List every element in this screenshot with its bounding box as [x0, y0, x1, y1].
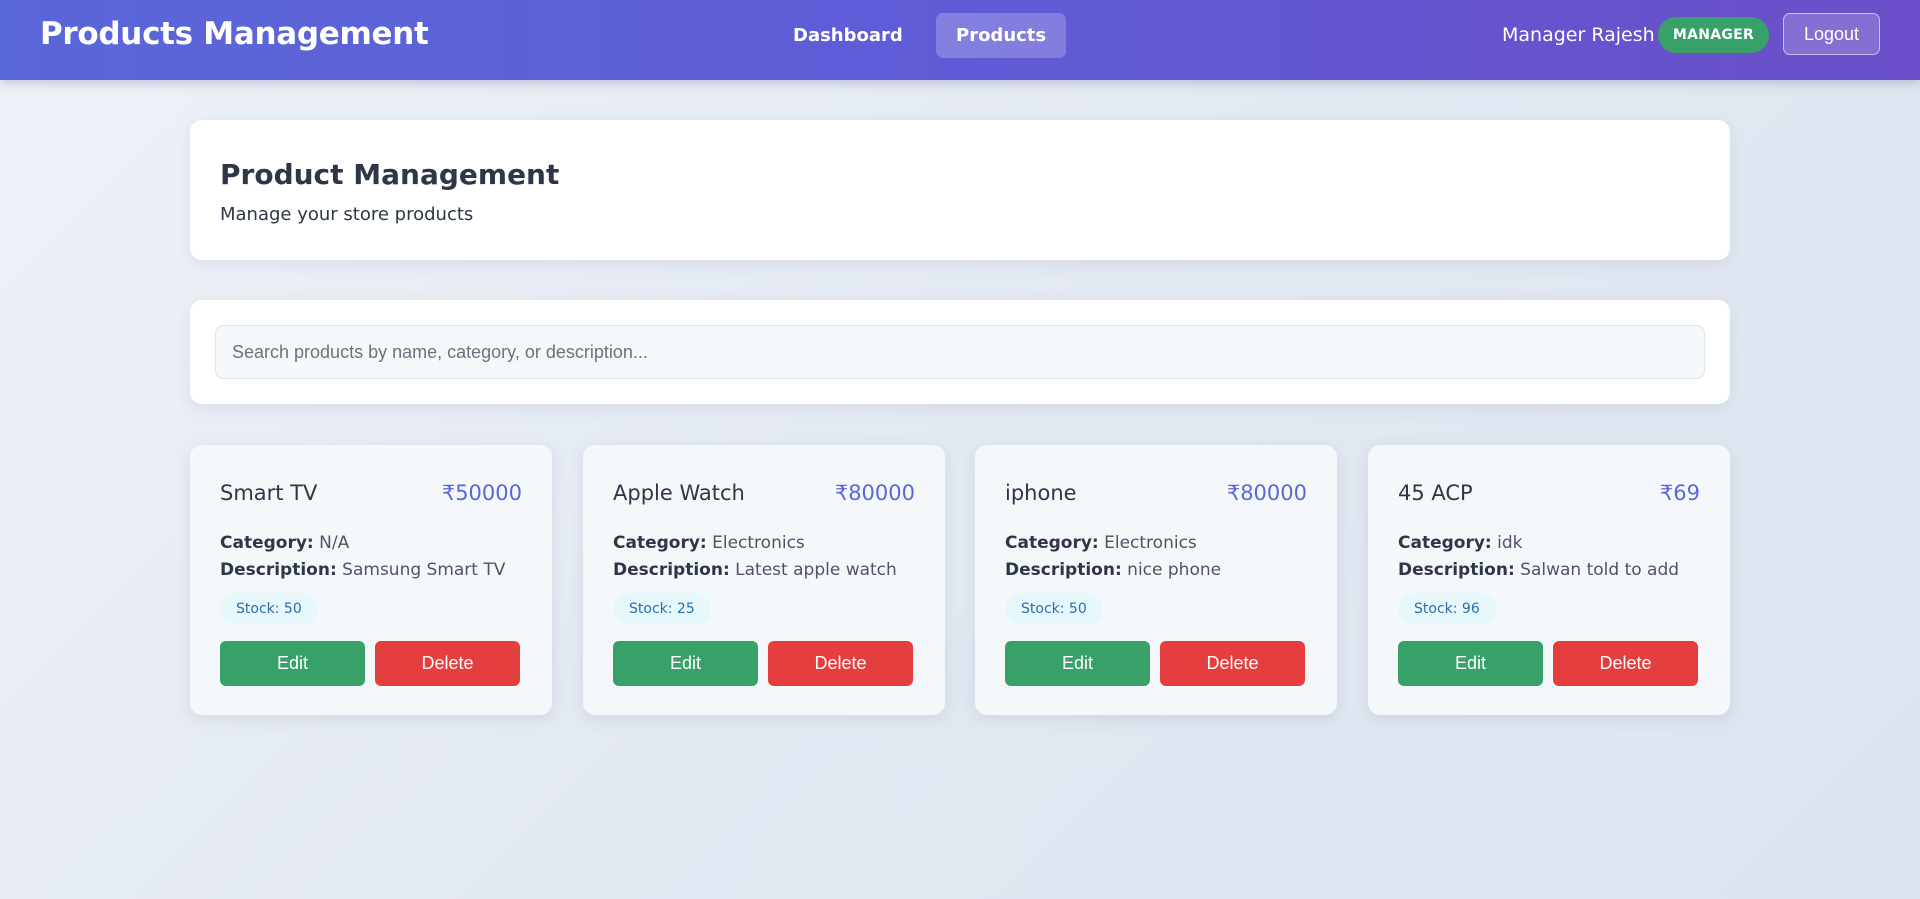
stock-badge: Stock: 50: [220, 593, 318, 625]
product-name: Apple Watch: [613, 481, 745, 505]
description-value: Samsung Smart TV: [342, 560, 506, 580]
description-value: Salwan told to add: [1520, 560, 1680, 580]
product-card: Apple Watch ₹80000 Category: Electronics…: [583, 445, 945, 715]
product-price: ₹80000: [1226, 481, 1307, 505]
category-label: Category:: [613, 533, 707, 553]
user-name: Manager Rajesh: [1502, 24, 1655, 46]
category-value: Electronics: [1104, 533, 1197, 553]
category-value: Electronics: [712, 533, 805, 553]
product-description: Description: Salwan told to add: [1398, 560, 1679, 580]
page-header-card: Product Management Manage your store pro…: [190, 120, 1730, 260]
page-subtitle: Manage your store products: [220, 204, 474, 225]
product-name: 45 ACP: [1398, 481, 1473, 505]
category-label: Category:: [1398, 533, 1492, 553]
category-label: Category:: [220, 533, 314, 553]
description-value: Latest apple watch: [735, 560, 897, 580]
logout-button[interactable]: Logout: [1783, 13, 1880, 55]
nav-link-dashboard[interactable]: Dashboard: [773, 13, 923, 58]
product-category: Category: Electronics: [1005, 533, 1197, 553]
page-title: Product Management: [220, 158, 560, 191]
product-description: Description: Latest apple watch: [613, 560, 897, 580]
stock-badge: Stock: 96: [1398, 593, 1496, 625]
delete-button[interactable]: Delete: [768, 641, 913, 686]
brand-title: Products Management: [40, 16, 429, 52]
edit-button[interactable]: Edit: [1398, 641, 1543, 686]
top-navbar: Products Management Dashboard Products M…: [0, 0, 1920, 80]
product-price: ₹80000: [834, 481, 915, 505]
product-description: Description: Samsung Smart TV: [220, 560, 505, 580]
description-label: Description:: [1398, 560, 1515, 580]
edit-button[interactable]: Edit: [220, 641, 365, 686]
product-price: ₹50000: [441, 481, 522, 505]
product-name: iphone: [1005, 481, 1077, 505]
product-grid: Smart TV ₹50000 Category: N/A Descriptio…: [190, 445, 1730, 715]
stock-badge: Stock: 50: [1005, 593, 1103, 625]
product-name: Smart TV: [220, 481, 318, 505]
search-input[interactable]: [215, 325, 1705, 379]
product-card: Smart TV ₹50000 Category: N/A Descriptio…: [190, 445, 552, 715]
product-category: Category: idk: [1398, 533, 1522, 553]
category-label: Category:: [1005, 533, 1099, 553]
role-badge: MANAGER: [1658, 17, 1769, 53]
edit-button[interactable]: Edit: [613, 641, 758, 686]
category-value: N/A: [319, 533, 350, 553]
search-card: [190, 300, 1730, 404]
product-category: Category: N/A: [220, 533, 349, 553]
stock-badge: Stock: 25: [613, 593, 711, 625]
product-card: iphone ₹80000 Category: Electronics Desc…: [975, 445, 1337, 715]
description-label: Description:: [1005, 560, 1122, 580]
product-card: 45 ACP ₹69 Category: idk Description: Sa…: [1368, 445, 1730, 715]
description-label: Description:: [613, 560, 730, 580]
description-label: Description:: [220, 560, 337, 580]
product-category: Category: Electronics: [613, 533, 805, 553]
category-value: idk: [1497, 533, 1523, 553]
delete-button[interactable]: Delete: [1160, 641, 1305, 686]
description-value: nice phone: [1127, 560, 1222, 580]
nav-link-products[interactable]: Products: [936, 13, 1067, 58]
product-description: Description: nice phone: [1005, 560, 1221, 580]
edit-button[interactable]: Edit: [1005, 641, 1150, 686]
delete-button[interactable]: Delete: [1553, 641, 1698, 686]
delete-button[interactable]: Delete: [375, 641, 520, 686]
product-price: ₹69: [1659, 481, 1700, 505]
